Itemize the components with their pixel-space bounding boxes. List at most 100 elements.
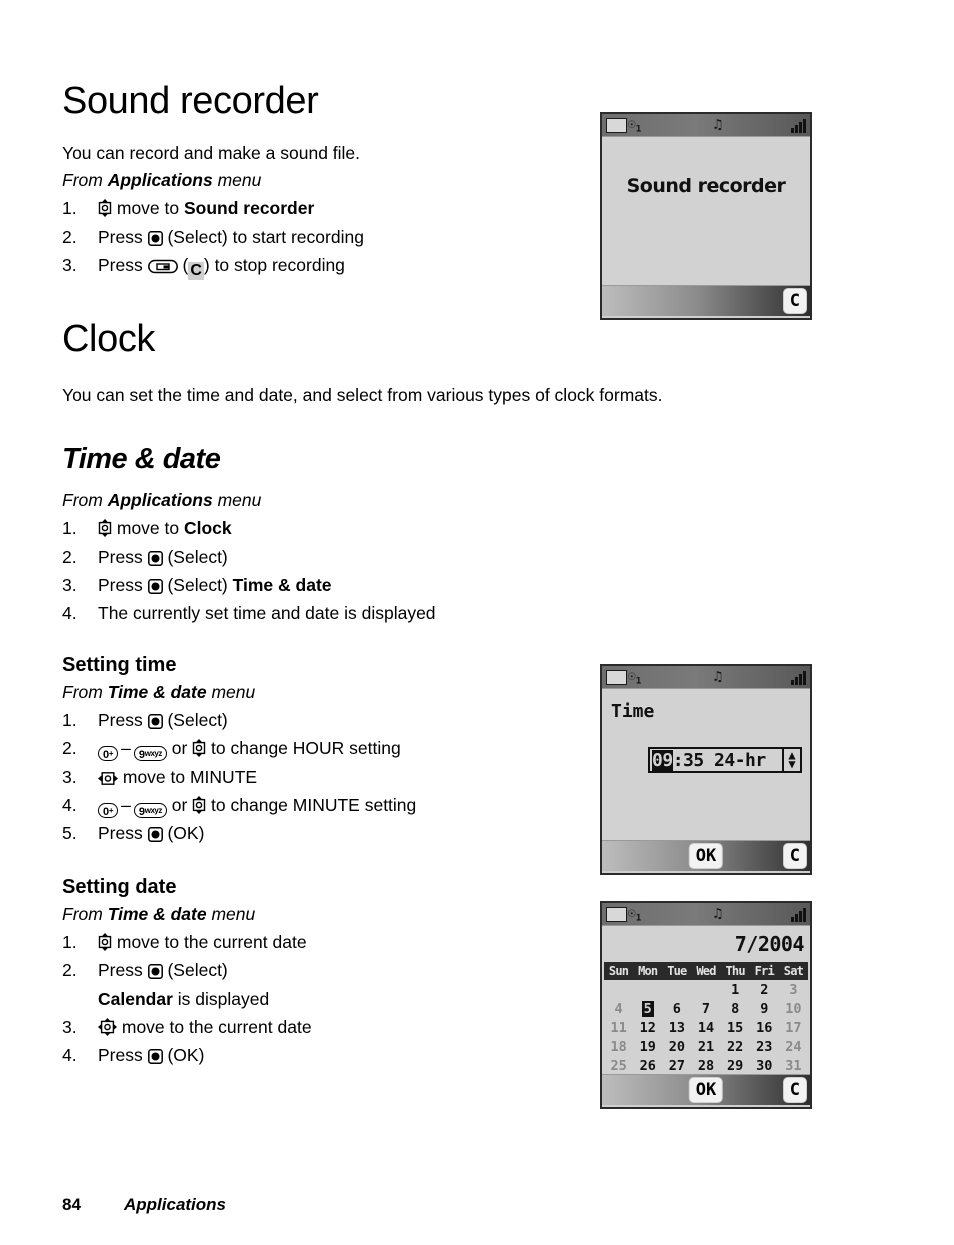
step-bold: Sound recorder bbox=[183, 198, 315, 219]
step-text-after: move to the current date bbox=[112, 931, 307, 952]
step-text-after: is displayed bbox=[172, 988, 270, 1009]
spinner-control[interactable]: ▲ ▼ bbox=[782, 747, 802, 773]
calendar-day-cell[interactable]: 29 bbox=[721, 1056, 750, 1075]
calendar-day-cell[interactable]: 16 bbox=[750, 1018, 779, 1037]
select-key-icon bbox=[147, 1049, 163, 1065]
calendar-day-cell[interactable]: 2 bbox=[750, 980, 779, 999]
screen-body: Sound recorder bbox=[602, 137, 810, 285]
range-dash: – bbox=[121, 794, 131, 815]
time-and-date-steps: 1. move to Clock 2. Press (Select) 3. Pr… bbox=[62, 514, 567, 627]
calendar-day-cell[interactable]: 12 bbox=[633, 1018, 662, 1037]
calendar-empty-cell bbox=[662, 980, 691, 999]
hour-value-selected[interactable]: 09 bbox=[652, 749, 673, 771]
calendar-empty-cell bbox=[633, 980, 662, 999]
step-text-after: move to the current date bbox=[117, 1016, 312, 1037]
key-0-sup: + bbox=[108, 805, 114, 815]
status-bar: ☉1 ♫ bbox=[602, 903, 810, 926]
calendar-empty-cell bbox=[604, 980, 633, 999]
key-9-sup: wxyz bbox=[144, 749, 163, 759]
calendar-day-cell[interactable]: 10 bbox=[779, 999, 808, 1018]
step-text-after: move to MINUTE bbox=[118, 766, 258, 787]
step-number: 2. bbox=[62, 960, 77, 981]
calendar-day-cell[interactable]: 15 bbox=[721, 1018, 750, 1037]
softkey-clear[interactable]: C bbox=[783, 1078, 806, 1102]
status-bar: ☉1 ♫ bbox=[602, 114, 810, 137]
soft-key-bar: OK C bbox=[602, 1074, 810, 1105]
calendar-day-cell[interactable]: 14 bbox=[691, 1018, 720, 1037]
step-number: 3. bbox=[62, 574, 77, 595]
select-key-icon bbox=[147, 713, 163, 729]
calendar-day-cell[interactable]: 11 bbox=[604, 1018, 633, 1037]
from-prefix: From bbox=[62, 489, 108, 510]
phone-screenshot-sound-recorder: ☉1 ♫ Sound recorder C bbox=[600, 112, 812, 320]
calendar-day-cell[interactable]: 17 bbox=[779, 1018, 808, 1037]
calendar-day-cell[interactable]: 9 bbox=[750, 999, 779, 1018]
calendar-selected-day[interactable]: 5 bbox=[641, 1000, 654, 1017]
step-text-before: Press bbox=[98, 546, 148, 567]
sound-recorder-steps: 1. move to Sound recorder 2. Press (Sele… bbox=[62, 194, 567, 280]
time-value-field[interactable]: 09:35 24-hr bbox=[648, 747, 800, 773]
calendar-day-cell[interactable]: 28 bbox=[691, 1056, 720, 1075]
step-bold: Clock bbox=[183, 518, 232, 539]
list-item: 5. Press (OK) bbox=[62, 819, 567, 847]
subsection-heading-setting-time: Setting time bbox=[62, 653, 177, 676]
softkey-clear[interactable]: C bbox=[783, 844, 806, 868]
calendar-day-cell[interactable]: 13 bbox=[662, 1018, 691, 1037]
calendar-grid[interactable]: Sun Mon Tue Wed Thu Fri Sat 1 2 3 4 5 6 7 8 9 10 11 12 13 1… bbox=[604, 962, 808, 1075]
list-item: 4. Press (OK) bbox=[62, 1041, 567, 1069]
calendar-empty-cell bbox=[691, 980, 720, 999]
calendar-day-cell[interactable]: 18 bbox=[604, 1037, 633, 1056]
setting-time-steps: 1. Press (Select) 2. 0+ –9wxyz or to chan… bbox=[62, 706, 567, 848]
calendar-day-cell[interactable]: 21 bbox=[691, 1037, 720, 1056]
step-number: 1. bbox=[62, 198, 77, 219]
step-number: 1. bbox=[62, 518, 77, 539]
calendar-day-cell[interactable]: 30 bbox=[750, 1056, 779, 1075]
step-number: 3. bbox=[62, 254, 77, 275]
step-text: move to bbox=[112, 518, 184, 539]
step-text-before: Press bbox=[98, 574, 148, 595]
time-value: 09:35 24-hr bbox=[650, 749, 766, 771]
calendar-day-cell[interactable]: 23 bbox=[750, 1037, 779, 1056]
calendar-day-cell[interactable]: 27 bbox=[662, 1056, 691, 1075]
phone-screenshot-time: ☉1 ♫ Time 09:35 24-hr ▲ ▼ OK C bbox=[600, 664, 812, 875]
calendar-day-cell[interactable]: 3 bbox=[779, 980, 808, 999]
calendar-day-cell[interactable]: 26 bbox=[633, 1056, 662, 1075]
step-text-after: to change HOUR setting bbox=[206, 738, 401, 759]
nav-4way-icon bbox=[98, 1017, 117, 1036]
nav-updown-icon bbox=[98, 519, 112, 538]
step-text: move to bbox=[112, 198, 184, 219]
calendar-day-cell[interactable]: 7 bbox=[691, 999, 720, 1018]
calendar-day-cell[interactable]: 31 bbox=[779, 1056, 808, 1075]
setting-time-from-line: From Time & date menu bbox=[62, 679, 567, 705]
calendar-day-cell[interactable]: 20 bbox=[662, 1037, 691, 1056]
softkey-icon bbox=[147, 259, 178, 274]
calendar-day-cell[interactable]: 25 bbox=[604, 1056, 633, 1075]
calendar-day-cell[interactable]: 5 bbox=[633, 999, 662, 1018]
calendar-day-cell[interactable]: 6 bbox=[662, 999, 691, 1018]
softkey-ok[interactable]: OK bbox=[689, 1078, 723, 1102]
calendar-weekday-header: Fri bbox=[749, 962, 779, 980]
calendar-day-cell[interactable]: 22 bbox=[721, 1037, 750, 1056]
key-9-icon: 9wxyz bbox=[133, 802, 167, 818]
spinner-down-icon[interactable]: ▼ bbox=[788, 758, 795, 770]
calendar-day-cell[interactable]: 8 bbox=[721, 999, 750, 1018]
battery-icon bbox=[606, 907, 627, 922]
signal-bars-icon bbox=[791, 669, 806, 685]
calendar-header-row: Sun Mon Tue Wed Thu Fri Sat bbox=[604, 962, 808, 980]
calendar-day-cell[interactable]: 19 bbox=[633, 1037, 662, 1056]
from-suffix: menu bbox=[212, 489, 262, 510]
calendar-day-cell[interactable]: 4 bbox=[604, 999, 633, 1018]
softkey-ok[interactable]: OK bbox=[689, 844, 723, 868]
footer-section-name: Applications bbox=[124, 1195, 227, 1214]
calendar-day-cell[interactable]: 24 bbox=[779, 1037, 808, 1056]
calendar-weekday-header: Wed bbox=[691, 962, 721, 980]
step-text-after: ) to stop recording bbox=[203, 254, 345, 275]
setting-date-steps: 1. move to the current date 2. Press (Se… bbox=[62, 928, 567, 1070]
softkey-clear[interactable]: C bbox=[783, 289, 806, 313]
calendar-day-cell[interactable]: 1 bbox=[721, 980, 750, 999]
status-bar: ☉1 ♫ bbox=[602, 666, 810, 689]
step-text: (Select) bbox=[162, 546, 228, 567]
calendar-weekday-header: Tue bbox=[662, 962, 692, 980]
step-text: The currently set time and date is displ… bbox=[98, 603, 436, 624]
step-text: (Select) bbox=[162, 574, 233, 595]
